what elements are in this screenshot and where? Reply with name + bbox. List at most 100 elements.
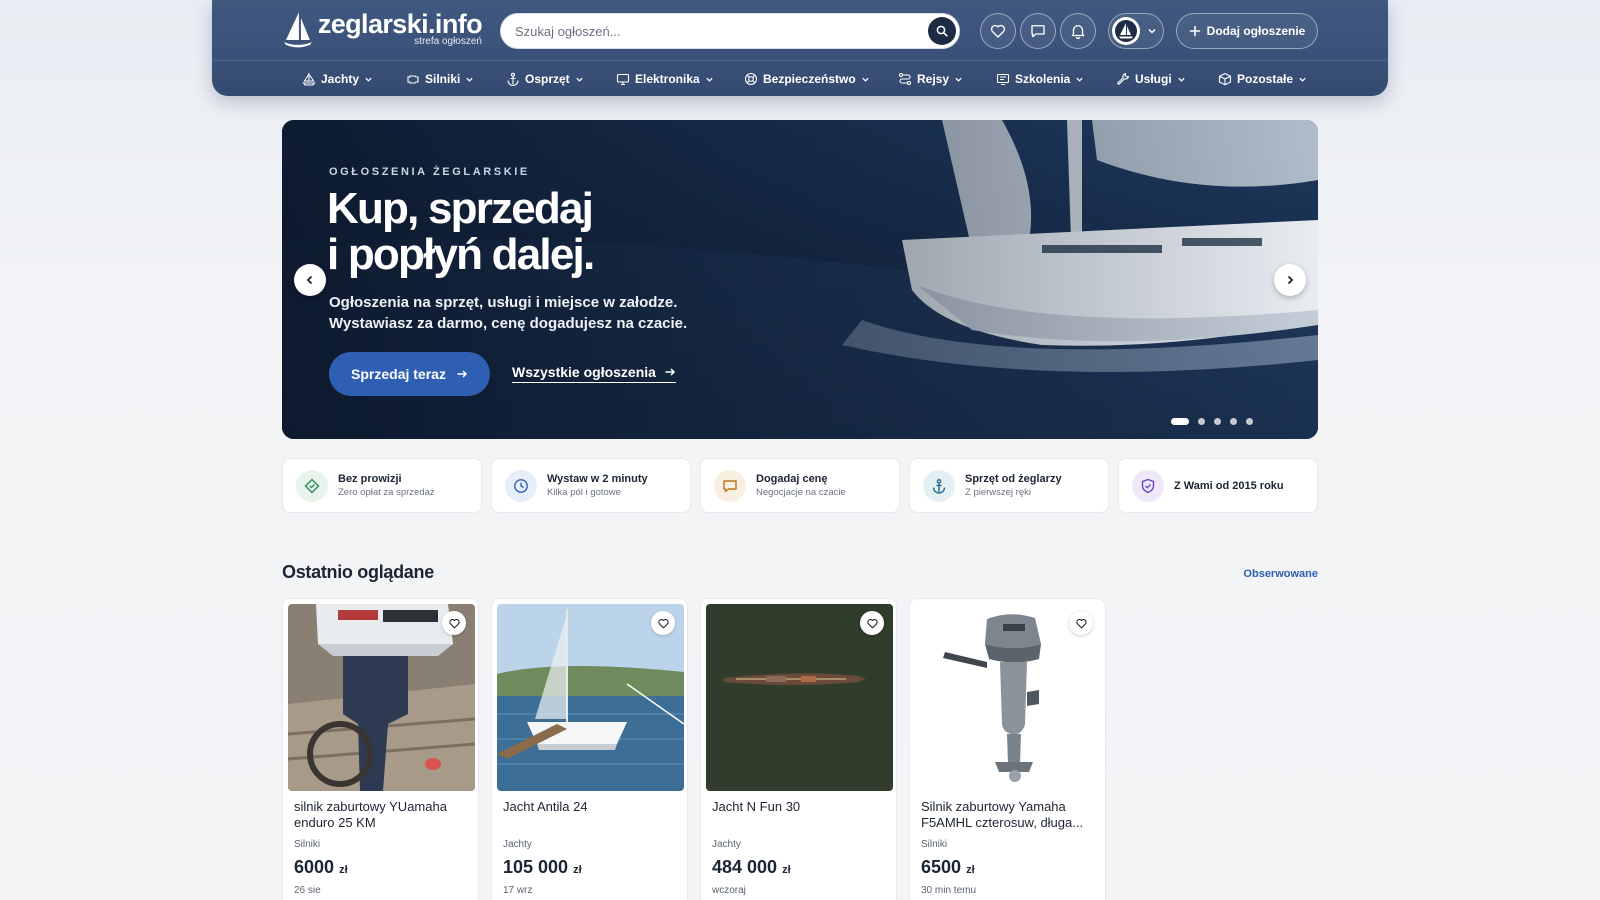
nav-item-rejsy[interactable]: Rejsy — [898, 69, 963, 89]
sell-now-button[interactable]: Sprzedaj teraz — [329, 352, 490, 396]
favorite-button[interactable] — [1069, 611, 1093, 635]
nav-item-jachty[interactable]: Jachty — [302, 69, 373, 89]
chevron-down-icon — [365, 77, 372, 82]
nav-item-osprzet[interactable]: Osprzęt — [506, 69, 584, 89]
favorites-button[interactable] — [980, 13, 1016, 49]
nav-item-label: Pozostałe — [1237, 72, 1294, 86]
listing-title: silnik zaburtowy YUamaha enduro 25 KM — [294, 799, 447, 830]
nav-item-bezpieczenstwo[interactable]: Bezpieczeństwo — [744, 69, 870, 89]
listing-card[interactable]: Jacht N Fun 30 Jachty 484 000 zł wczoraj — [700, 598, 897, 900]
nav-item-elektronika[interactable]: Elektronika — [616, 69, 714, 89]
nav-item-szkolenia[interactable]: Szkolenia — [996, 69, 1084, 89]
monitor-icon — [616, 73, 630, 86]
hero-description: Ogłoszenia na sprzęt, usługi i miejsce w… — [329, 292, 749, 334]
search-bar — [500, 13, 960, 49]
listing-date: 30 min temu — [921, 885, 977, 896]
chevron-right-icon — [1287, 275, 1294, 285]
hero-banner: OGŁOSZENIA ŻEGLARSKIE Kup, sprzedaj i po… — [282, 120, 1318, 439]
chevron-down-icon — [576, 77, 583, 82]
shield-icon — [1141, 478, 1155, 493]
feature-subtitle: Z pierwszej ręki — [965, 487, 1031, 498]
carousel-dot[interactable] — [1214, 418, 1221, 425]
add-listing-label: Dodaj ogłoszenie — [1206, 24, 1306, 38]
heart-icon — [448, 618, 460, 628]
nav-item-label: Elektronika — [635, 72, 700, 86]
sell-now-label: Sprzedaj teraz — [351, 366, 446, 382]
feature-icon-wrap — [714, 469, 746, 502]
price-value: 6000 — [294, 857, 335, 877]
listing-date: wczoraj — [712, 885, 746, 896]
price-value: 484 000 — [712, 857, 778, 877]
sailboat-icon — [302, 73, 316, 86]
listing-price: 6500 zł — [921, 857, 975, 878]
carousel-dots — [1171, 418, 1253, 425]
nav-item-silniki[interactable]: Silniki — [406, 69, 474, 89]
clock-icon — [514, 478, 528, 493]
section-title: Ostatnio oglądane — [282, 562, 434, 582]
all-listings-label: Wszystkie ogłoszenia — [512, 364, 656, 380]
favorite-button[interactable] — [442, 611, 466, 635]
listing-category: Silniki — [294, 839, 321, 850]
feature-subtitle: Negocjacje na czacie — [756, 487, 846, 498]
site-header: zeglarski.info strefa ogłoszeń Szukaj og… — [212, 0, 1388, 96]
box-icon — [1218, 72, 1232, 86]
chevron-left-icon — [306, 275, 313, 285]
feature-icon-wrap — [296, 469, 328, 502]
all-listings-link[interactable]: Wszystkie ogłoszenia — [512, 364, 676, 383]
search-input[interactable] — [515, 14, 915, 48]
chevron-down-icon — [955, 77, 962, 82]
site-logo[interactable]: zeglarski.info strefa ogłoszeń — [282, 10, 483, 52]
listing-category: Jachty — [503, 839, 532, 850]
search-button[interactable] — [928, 17, 956, 45]
heart-icon — [657, 618, 669, 628]
chevron-down-icon — [1076, 77, 1084, 82]
carousel-dot[interactable] — [1198, 418, 1205, 425]
feature-card: Bez prowizji Zero opłat za sprzedaż — [282, 458, 482, 513]
listing-date: 26 sie — [294, 885, 321, 896]
plus-icon — [1189, 25, 1200, 37]
nav-item-pozostale[interactable]: Pozostałe — [1218, 69, 1307, 89]
engine-icon — [407, 75, 419, 84]
listing-price: 105 000 zł — [503, 857, 582, 878]
hero-title-line: Kup, sprzedaj — [327, 184, 594, 233]
favorite-button[interactable] — [651, 611, 675, 635]
notifications-button[interactable] — [1060, 13, 1096, 49]
listing-card[interactable]: Jacht Antila 24 Jachty 105 000 zł 17 wrz — [491, 598, 688, 900]
carousel-next-button[interactable] — [1274, 264, 1306, 296]
add-listing-button[interactable]: Dodaj ogłoszenie — [1176, 13, 1318, 49]
feature-subtitle: Kilka pól i gotowe — [547, 487, 621, 498]
anchor-icon — [507, 72, 519, 86]
feature-card: Z Wami od 2015 roku — [1118, 458, 1318, 513]
listing-price: 6000 zł — [294, 857, 348, 878]
listing-card[interactable]: Silnik zaburtowy Yamaha F5AMHL czterosuw… — [909, 598, 1106, 900]
listing-title: Jacht N Fun 30 — [712, 799, 801, 814]
feature-title: Sprzęt od żeglarzy — [965, 473, 1062, 485]
nav-item-label: Silniki — [425, 72, 461, 86]
carousel-dot[interactable] — [1171, 418, 1189, 425]
category-nav: Jachty Silniki Osprzęt Elektronika Bezpi… — [212, 60, 1388, 96]
nav-item-uslugi[interactable]: Usługi — [1116, 69, 1186, 89]
carousel-dot[interactable] — [1230, 418, 1237, 425]
watched-link[interactable]: Obserwowane — [1243, 568, 1318, 580]
listing-card[interactable]: silnik zaburtowy YUamaha enduro 25 KM Si… — [282, 598, 479, 900]
bell-icon — [1071, 25, 1085, 40]
feature-card: Dogadaj cenę Negocjacje na czacie — [700, 458, 900, 513]
listing-price: 484 000 zł — [712, 857, 791, 878]
chevron-down-icon — [862, 77, 869, 82]
favorite-button[interactable] — [860, 611, 884, 635]
nav-item-label: Osprzęt — [525, 72, 570, 86]
messages-button[interactable] — [1020, 13, 1056, 49]
anchor-icon — [932, 478, 946, 494]
account-menu-button[interactable] — [1108, 13, 1164, 49]
listing-title: Silnik zaburtowy Yamaha F5AMHL czterosuw… — [921, 799, 1084, 830]
feature-title: Z Wami od 2015 roku — [1174, 479, 1284, 492]
nav-item-label: Rejsy — [917, 72, 950, 86]
price-value: 105 000 — [503, 857, 569, 877]
avatar — [1112, 17, 1140, 45]
hero-kicker: OGŁOSZENIA ŻEGLARSKIE — [329, 166, 530, 178]
carousel-dot[interactable] — [1246, 418, 1253, 425]
feature-subtitle: Zero opłat za sprzedaż — [338, 487, 435, 498]
carousel-prev-button[interactable] — [294, 264, 326, 296]
tag-icon — [304, 478, 320, 493]
chevron-down-icon — [1178, 77, 1185, 82]
